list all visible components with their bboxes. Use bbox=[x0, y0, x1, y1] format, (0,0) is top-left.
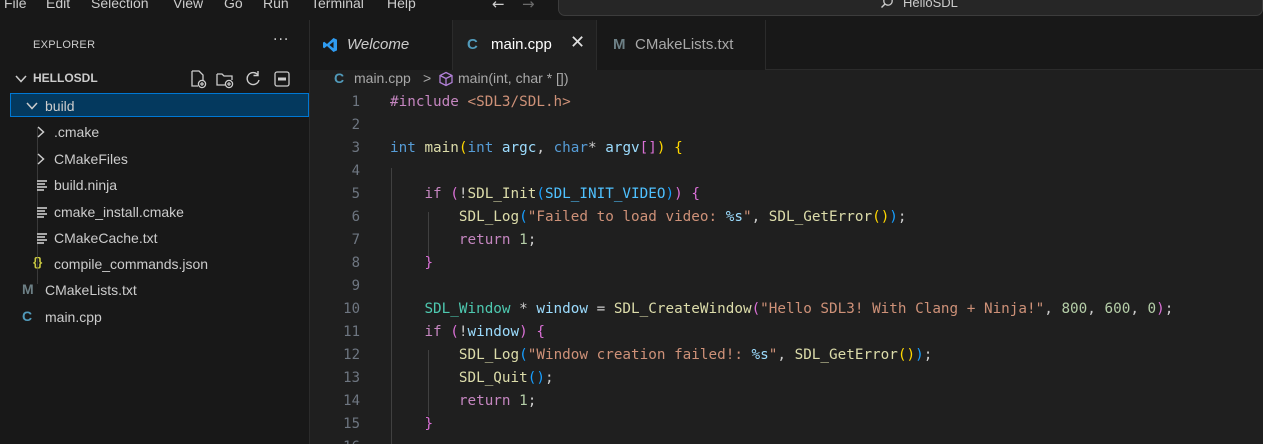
tree-item-build[interactable]: build bbox=[10, 93, 309, 117]
text-file-icon bbox=[37, 207, 47, 218]
code-line: if (!SDL_Init(SDL_INIT_VIDEO)) { bbox=[424, 186, 700, 202]
tree-item-cmakelists[interactable]: M CMakeLists.txt bbox=[10, 278, 309, 302]
tree-item-cmakecache[interactable]: CMakeCache.txt bbox=[10, 226, 309, 250]
tab-main-cpp[interactable]: C main.cpp ✕ bbox=[453, 20, 597, 71]
refresh-icon[interactable] bbox=[243, 69, 263, 89]
code-line: return 1; bbox=[458, 232, 537, 248]
breadcrumb: C main.cpp > main(int, char * []) bbox=[310, 70, 1263, 90]
line-number: 6 bbox=[351, 209, 360, 225]
tree-item-compile-commands[interactable]: {} compile_commands.json bbox=[10, 252, 309, 276]
tree-item-label: build.ninja bbox=[54, 177, 118, 193]
folder-header[interactable]: HELLOSDL bbox=[10, 68, 310, 90]
chevron-down-icon bbox=[26, 102, 38, 110]
code-line: if (!window) { bbox=[424, 324, 545, 340]
line-number: 3 bbox=[351, 140, 360, 156]
new-file-icon[interactable] bbox=[188, 69, 208, 89]
line-number: 5 bbox=[351, 186, 360, 202]
new-folder-icon[interactable] bbox=[215, 69, 235, 89]
activity-bar bbox=[0, 20, 10, 444]
text-file-icon bbox=[37, 233, 47, 244]
code-line: } bbox=[424, 255, 434, 271]
line-number: 14 bbox=[343, 393, 360, 409]
tree-item-label: CMakeFiles bbox=[54, 151, 128, 167]
line-number: 12 bbox=[343, 347, 360, 363]
tab-label: main.cpp bbox=[491, 36, 552, 53]
back-arrow-icon[interactable]: ← bbox=[492, 0, 505, 13]
text-file-icon bbox=[37, 180, 47, 191]
editor-tab-bar: Welcome C main.cpp ✕ M CMakeLists.txt bbox=[310, 20, 1263, 71]
chevron-down-icon bbox=[15, 75, 27, 83]
tree-item-cmake-install[interactable]: cmake_install.cmake bbox=[10, 200, 309, 224]
menu-file[interactable]: File bbox=[4, 0, 27, 11]
line-number: 10 bbox=[343, 301, 360, 317]
chevron-right-icon bbox=[37, 126, 45, 138]
menu-run[interactable]: Run bbox=[263, 0, 289, 11]
menu-go[interactable]: Go bbox=[224, 0, 243, 11]
line-number: 13 bbox=[343, 370, 360, 386]
tree-item-cmake-folder[interactable]: .cmake bbox=[10, 120, 309, 144]
breadcrumb-file[interactable]: main.cpp bbox=[354, 70, 411, 86]
code-line: SDL_Quit(); bbox=[458, 370, 554, 386]
chevron-right-icon bbox=[37, 153, 45, 165]
cmake-file-icon: M bbox=[22, 281, 34, 297]
menu-view[interactable]: View bbox=[173, 0, 203, 11]
code-line: SDL_Log("Window creation failed!: %s", S… bbox=[458, 347, 933, 363]
collapse-all-icon[interactable] bbox=[272, 69, 292, 89]
line-number: 11 bbox=[343, 324, 360, 340]
line-number: 8 bbox=[351, 255, 360, 271]
tab-cmakelists[interactable]: M CMakeLists.txt bbox=[597, 20, 766, 70]
title-bar: File Edit Selection View Go Run Terminal… bbox=[0, 0, 1263, 20]
code-line: int main(int argc, char* argv[]) { bbox=[390, 140, 683, 156]
tree-item-cmakefiles[interactable]: CMakeFiles bbox=[10, 147, 309, 171]
cmake-file-icon: M bbox=[613, 36, 626, 53]
tree-item-build-ninja[interactable]: build.ninja bbox=[10, 173, 309, 197]
menu-edit[interactable]: Edit bbox=[46, 0, 70, 11]
line-number: 16 bbox=[310, 436, 360, 444]
code-line: return 1; bbox=[458, 393, 537, 409]
breadcrumb-symbol[interactable]: main(int, char * []) bbox=[458, 70, 568, 86]
code-line: #include <SDL3/SDL.h> bbox=[390, 94, 571, 110]
close-icon[interactable]: ✕ bbox=[570, 32, 585, 53]
line-number: 4 bbox=[351, 163, 360, 179]
tree-item-label: CMakeLists.txt bbox=[45, 282, 137, 298]
tree-item-label: build bbox=[45, 98, 75, 114]
tree-item-label: main.cpp bbox=[45, 309, 102, 325]
command-center-text: HelloSDL bbox=[903, 0, 958, 10]
tree-item-label: CMakeCache.txt bbox=[54, 230, 158, 246]
code-line: SDL_Window * window = SDL_CreateWindow("… bbox=[424, 301, 1174, 317]
tab-label: Welcome bbox=[347, 36, 410, 53]
method-cube-icon bbox=[439, 71, 453, 87]
vscode-logo-icon bbox=[323, 38, 337, 52]
more-actions-icon[interactable]: ··· bbox=[273, 32, 289, 48]
explorer-title: EXPLORER bbox=[33, 39, 96, 51]
tree-item-main-cpp[interactable]: C main.cpp bbox=[10, 305, 309, 329]
breadcrumb-separator: > bbox=[423, 70, 432, 86]
code-line: SDL_Log("Failed to load video: %s", SDL_… bbox=[458, 209, 907, 225]
cpp-file-icon: C bbox=[22, 308, 33, 324]
tree-item-label: .cmake bbox=[54, 124, 100, 140]
line-number: 9 bbox=[351, 278, 360, 294]
search-icon bbox=[881, 0, 893, 8]
line-number: 1 bbox=[351, 94, 360, 110]
code-editor[interactable]: 1 2 3 4 5 6 7 8 9 10 11 12 13 14 15 16 #… bbox=[310, 90, 1263, 444]
forward-arrow-icon[interactable]: → bbox=[522, 0, 535, 13]
explorer-sidebar: EXPLORER ··· HELLOSDL build .cmake CMake… bbox=[10, 20, 310, 444]
menu-selection[interactable]: Selection bbox=[91, 0, 149, 11]
cpp-file-icon: C bbox=[467, 36, 478, 53]
json-file-icon: {} bbox=[33, 255, 43, 269]
menu-help[interactable]: Help bbox=[387, 0, 416, 11]
line-number: 2 bbox=[351, 117, 360, 133]
code-line: } bbox=[424, 416, 434, 432]
tree-item-label: compile_commands.json bbox=[54, 256, 209, 272]
folder-name: HELLOSDL bbox=[33, 71, 98, 85]
tree-item-label: cmake_install.cmake bbox=[54, 204, 184, 220]
line-number: 15 bbox=[343, 416, 360, 432]
tab-label: CMakeLists.txt bbox=[635, 36, 734, 53]
cpp-file-icon: C bbox=[334, 70, 345, 86]
menu-terminal[interactable]: Terminal bbox=[311, 0, 364, 11]
line-number: 7 bbox=[351, 232, 360, 248]
tab-welcome[interactable]: Welcome bbox=[310, 20, 453, 70]
